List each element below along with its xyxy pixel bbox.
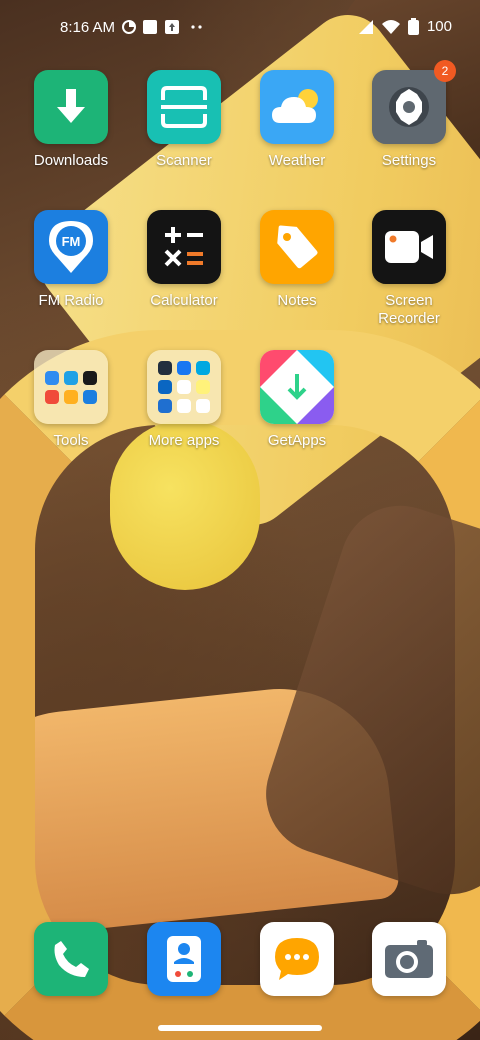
app-calculator[interactable]: Calculator <box>128 210 240 310</box>
app-scanner[interactable]: Scanner <box>128 70 240 170</box>
mini-app-icon <box>196 380 210 394</box>
mini-app-icon <box>83 389 97 404</box>
tag-icon <box>260 210 334 284</box>
notification-icon-3 <box>165 20 179 34</box>
mini-app-icon <box>45 370 59 385</box>
app-label: Downloads <box>33 152 109 169</box>
mini-app-icon <box>177 399 191 413</box>
app-fm-radio[interactable]: FM FM Radio <box>15 210 127 310</box>
folder-tools[interactable]: Tools <box>15 350 127 450</box>
gear-icon: 2 <box>372 60 456 144</box>
status-right: 100 <box>358 18 452 35</box>
folder-icon <box>34 350 108 424</box>
more-dots-icon <box>191 25 202 29</box>
app-label: Weather <box>268 152 326 169</box>
mini-app-icon <box>158 380 172 394</box>
calculator-icon <box>147 210 221 284</box>
battery-percentage: 100 <box>426 18 452 35</box>
notification-icon-2 <box>143 20 157 34</box>
app-settings[interactable]: 2 Settings <box>353 60 465 170</box>
folder-more-apps[interactable]: More apps <box>128 350 240 450</box>
mini-app-icon <box>177 380 191 394</box>
app-screen-recorder[interactable]: Screen Recorder <box>353 210 465 328</box>
dock-camera[interactable] <box>372 922 446 996</box>
app-label: More apps <box>148 432 220 449</box>
mini-app-icon <box>196 399 210 413</box>
contacts-icon <box>167 936 201 982</box>
app-label: Screen Recorder <box>378 292 440 327</box>
cloud-sun-icon <box>260 70 334 144</box>
chat-bubble-icon <box>275 938 319 980</box>
app-label: Scanner <box>156 152 212 169</box>
mini-app-icon <box>158 399 172 413</box>
mini-app-icon <box>45 389 59 404</box>
camera-icon <box>385 940 433 978</box>
getapps-icon <box>260 350 334 424</box>
folder-icon <box>147 350 221 424</box>
app-label: Calculator <box>150 292 218 309</box>
dock-contacts[interactable] <box>147 922 221 996</box>
fm-glyph: FM <box>62 234 81 249</box>
app-label: Tools <box>53 432 89 449</box>
dock-messages[interactable] <box>260 922 334 996</box>
fm-pin-icon: FM <box>34 210 108 284</box>
app-label: Notes <box>277 292 317 309</box>
app-notes[interactable]: Notes <box>241 210 353 310</box>
notification-badge: 2 <box>434 60 456 82</box>
notification-icon-1 <box>122 20 136 34</box>
status-time: 8:16 AM <box>60 19 116 36</box>
phone-icon <box>54 941 89 977</box>
wifi-icon <box>381 19 400 34</box>
home-indicator[interactable] <box>158 1025 322 1031</box>
app-getapps[interactable]: GetApps <box>241 350 353 450</box>
app-label: GetApps <box>267 432 327 449</box>
app-label: Settings <box>381 152 437 169</box>
dock-phone[interactable] <box>34 922 108 996</box>
mini-app-icon <box>177 361 191 375</box>
mini-app-icon <box>64 389 78 404</box>
mini-app-icon <box>64 370 78 385</box>
app-label: FM Radio <box>38 292 104 309</box>
mini-app-icon <box>158 361 172 375</box>
status-bar: 8:16 AM 100 <box>0 0 480 56</box>
battery-icon <box>407 18 419 35</box>
app-downloads[interactable]: Downloads <box>15 70 127 170</box>
signal-icon <box>358 19 373 34</box>
mini-app-icon <box>83 370 97 385</box>
scan-frame-icon <box>147 70 221 144</box>
video-camera-icon <box>372 210 446 284</box>
download-arrow-icon <box>34 70 108 144</box>
app-weather[interactable]: Weather <box>241 70 353 170</box>
mini-app-icon <box>196 361 210 375</box>
